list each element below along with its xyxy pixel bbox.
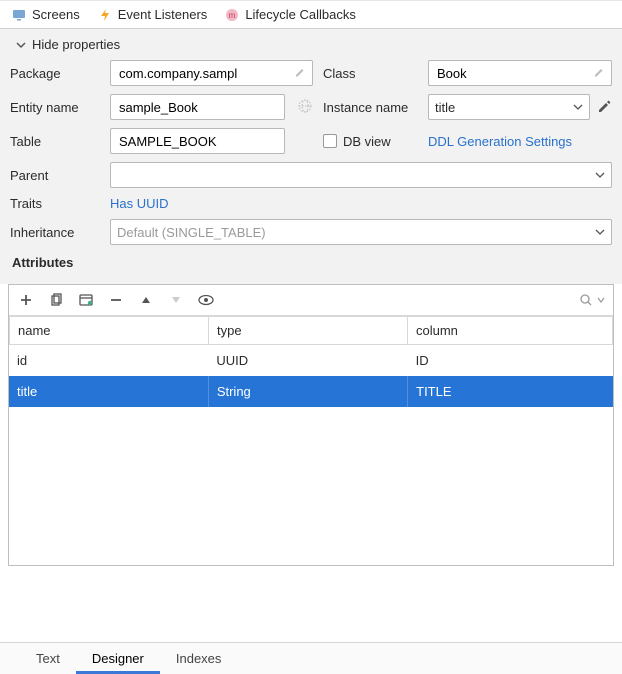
edit-instance-name-button[interactable]: [596, 98, 612, 117]
attributes-toolbar: [9, 285, 613, 316]
move-down-button: [167, 291, 185, 309]
edit-icon[interactable]: [593, 66, 605, 81]
bottom-tabs: Text Designer Indexes: [0, 642, 622, 674]
attributes-search[interactable]: [579, 293, 605, 307]
tab-text[interactable]: Text: [20, 643, 76, 674]
chevron-down-icon: [595, 227, 605, 237]
browser-attribute-button[interactable]: [77, 291, 95, 309]
tab-screens[interactable]: Screens: [12, 7, 80, 22]
attributes-table-body: id UUID ID title String TITLE: [9, 345, 613, 407]
instance-name-select[interactable]: title: [428, 94, 590, 120]
entity-name-label: Entity name: [10, 100, 100, 115]
cell-column: TITLE: [408, 376, 613, 407]
table-row[interactable]: title String TITLE: [9, 376, 613, 407]
instance-name-label: Instance name: [323, 100, 418, 115]
chevron-down-icon: [14, 38, 28, 52]
tab-screens-label: Screens: [32, 7, 80, 22]
col-type[interactable]: type: [208, 317, 407, 345]
hide-properties-label: Hide properties: [32, 37, 120, 52]
inheritance-select[interactable]: Default (SINGLE_TABLE): [110, 219, 612, 245]
attributes-panel: name type column id UUID ID title String…: [8, 284, 614, 566]
db-view-checkbox[interactable]: DB view: [323, 134, 418, 149]
parent-label: Parent: [10, 168, 100, 183]
table-row[interactable]: id UUID ID: [9, 345, 613, 376]
col-name[interactable]: name: [10, 317, 209, 345]
tab-event-listeners-label: Event Listeners: [118, 7, 208, 22]
add-attribute-button[interactable]: [17, 291, 35, 309]
chevron-down-icon: [573, 102, 583, 112]
parent-select[interactable]: [110, 162, 612, 188]
monitor-icon: [12, 8, 26, 22]
traits-label: Traits: [10, 196, 100, 211]
col-column[interactable]: column: [407, 317, 612, 345]
table-label: Table: [10, 134, 100, 149]
move-up-button[interactable]: [137, 291, 155, 309]
globe-icon[interactable]: [297, 98, 313, 117]
package-label: Package: [10, 66, 100, 81]
tab-designer[interactable]: Designer: [76, 643, 160, 674]
preview-button[interactable]: [197, 291, 215, 309]
tab-indexes[interactable]: Indexes: [160, 643, 238, 674]
package-field[interactable]: [110, 60, 313, 86]
table-field[interactable]: [110, 128, 285, 154]
chevron-down-icon: [595, 170, 605, 180]
properties-form: Package Class Entity name Instance name: [10, 60, 612, 245]
lifecycle-icon: m: [225, 8, 239, 22]
entity-name-input[interactable]: [117, 99, 278, 116]
tab-lifecycle[interactable]: m Lifecycle Callbacks: [225, 7, 356, 22]
class-field[interactable]: [428, 60, 612, 86]
traits-link[interactable]: Has UUID: [110, 196, 612, 211]
db-view-label: DB view: [343, 134, 391, 149]
attributes-header: Attributes: [10, 255, 612, 274]
copy-attribute-button[interactable]: [47, 291, 65, 309]
class-label: Class: [323, 66, 418, 81]
top-tabs: Screens Event Listeners m Lifecycle Call…: [0, 0, 622, 29]
properties-panel: Hide properties Package Class Entity nam…: [0, 29, 622, 284]
entity-name-field[interactable]: [110, 94, 285, 120]
cell-name: id: [9, 345, 208, 376]
tab-lifecycle-label: Lifecycle Callbacks: [245, 7, 356, 22]
table-input[interactable]: [117, 133, 278, 150]
lightning-icon: [98, 8, 112, 22]
ddl-generation-link[interactable]: DDL Generation Settings: [428, 134, 612, 149]
cell-name: title: [9, 376, 208, 407]
attributes-table: name type column: [9, 316, 613, 345]
svg-text:m: m: [229, 11, 236, 20]
chevron-down-icon: [597, 296, 605, 304]
cell-column: ID: [408, 345, 613, 376]
remove-attribute-button[interactable]: [107, 291, 125, 309]
instance-name-value: title: [435, 100, 455, 115]
class-input[interactable]: [435, 65, 589, 82]
hide-properties-toggle[interactable]: Hide properties: [10, 29, 612, 60]
checkbox-icon: [323, 134, 337, 148]
inheritance-label: Inheritance: [10, 225, 100, 240]
edit-icon[interactable]: [294, 66, 306, 81]
package-input[interactable]: [117, 65, 290, 82]
cell-type: String: [208, 376, 407, 407]
inheritance-placeholder: Default (SINGLE_TABLE): [117, 225, 266, 240]
tab-event-listeners[interactable]: Event Listeners: [98, 7, 208, 22]
cell-type: UUID: [208, 345, 407, 376]
